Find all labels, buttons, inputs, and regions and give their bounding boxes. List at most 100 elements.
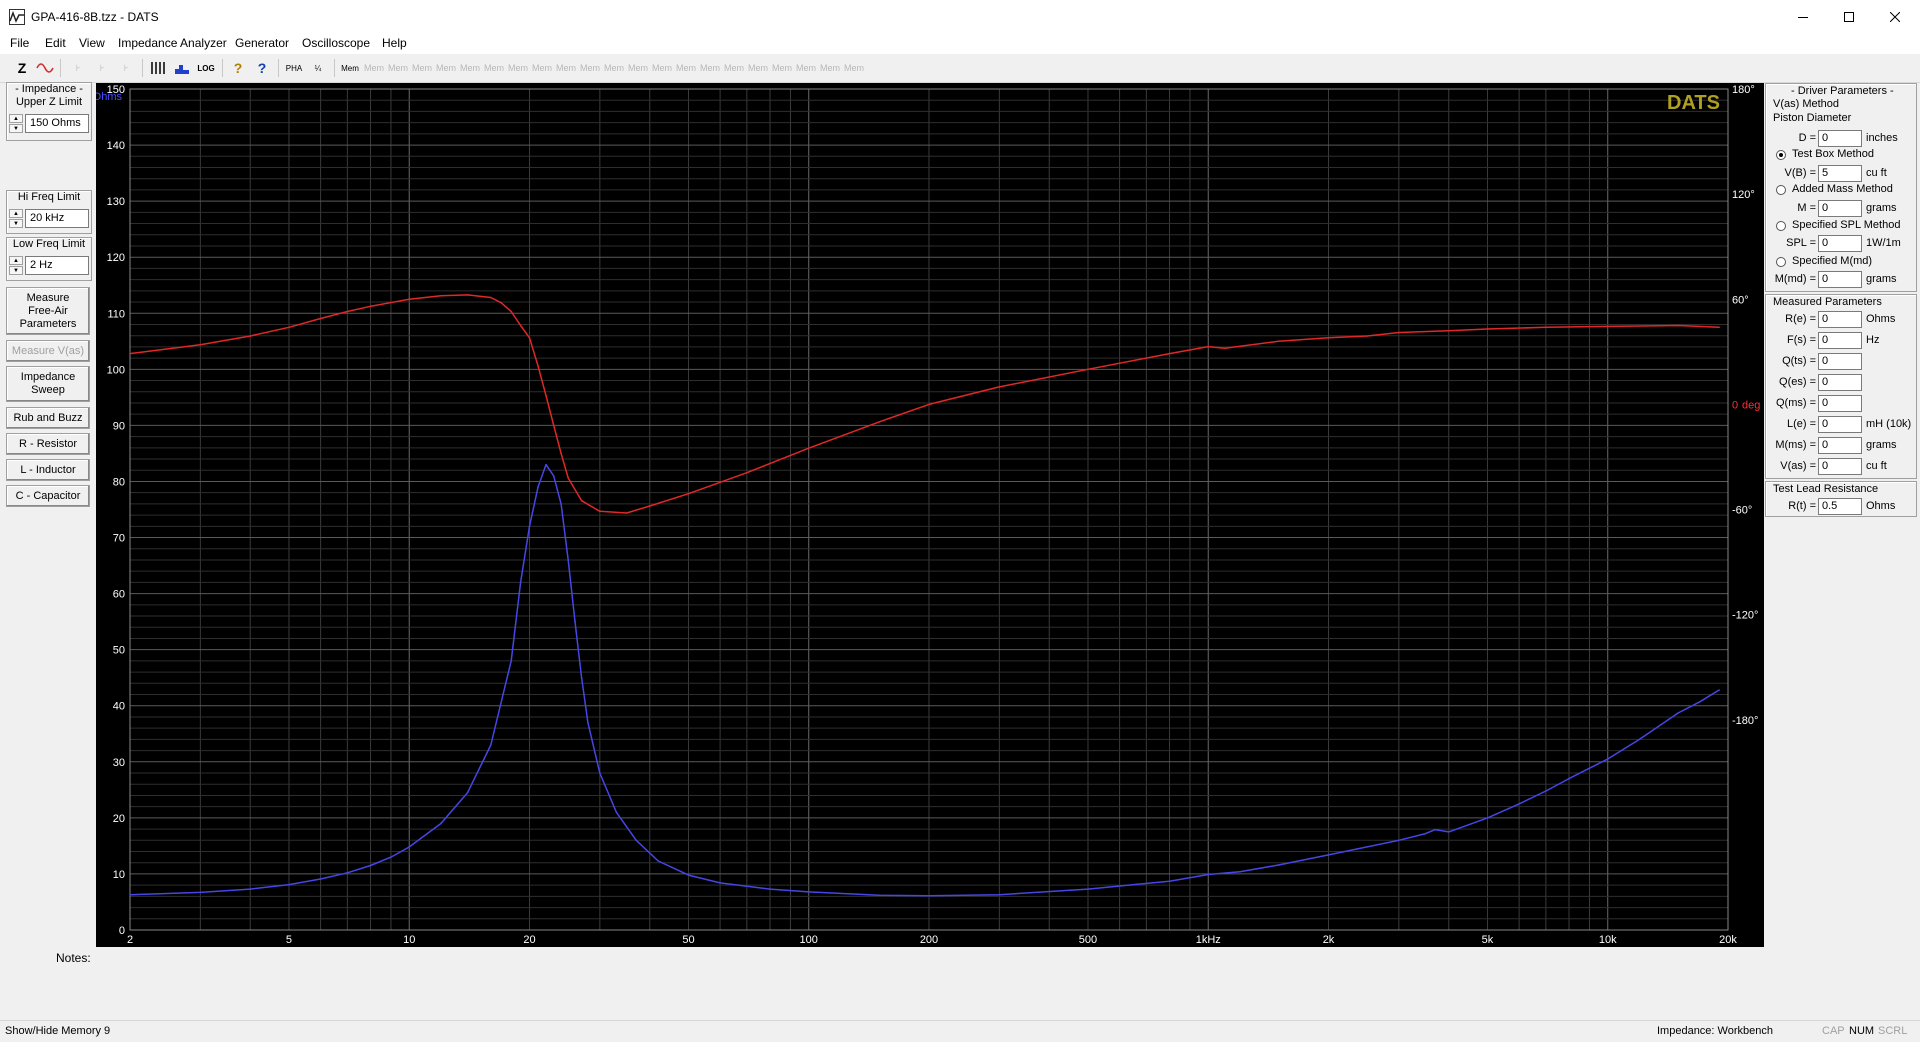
added-mass-radio[interactable] bbox=[1776, 185, 1786, 195]
menu-edit[interactable]: Edit bbox=[45, 36, 66, 50]
driver-parameters-group: - Driver Parameters - V(as) Method Pisto… bbox=[1765, 83, 1917, 292]
m-input[interactable]: 0 bbox=[1818, 200, 1862, 217]
test-box-radio[interactable] bbox=[1776, 150, 1786, 160]
mmd-method-label: Specified M(md) bbox=[1792, 255, 1873, 267]
measured-value-field[interactable]: 0 bbox=[1818, 353, 1862, 370]
low-freq-input[interactable]: 2 Hz bbox=[25, 256, 89, 275]
inductor-button[interactable]: L - Inductor bbox=[6, 459, 90, 481]
phase-point bbox=[408, 298, 411, 301]
resistor-button[interactable]: R - Resistor bbox=[6, 433, 90, 455]
memory-slot-7-button[interactable]: Mem bbox=[508, 58, 528, 78]
app-icon bbox=[9, 9, 25, 25]
context-help-icon[interactable]: ? bbox=[252, 58, 272, 78]
y-axis-title-ohms: Ohms bbox=[96, 91, 122, 103]
memory-slot-9-button[interactable]: Mem bbox=[556, 58, 576, 78]
memory-slot-2-button[interactable]: Mem bbox=[388, 58, 408, 78]
memory-slot-1-button[interactable]: Mem bbox=[364, 58, 384, 78]
memory-slot-6-button[interactable]: Mem bbox=[484, 58, 504, 78]
memory-slot-8-button[interactable]: Mem bbox=[532, 58, 552, 78]
menu-file[interactable]: File bbox=[10, 36, 29, 50]
cursor-tool-1-icon[interactable]: ⊦ bbox=[68, 58, 88, 78]
minimize-button[interactable] bbox=[1780, 0, 1826, 34]
measured-value-field[interactable]: 0 bbox=[1818, 395, 1862, 412]
cursor-tool-3-icon[interactable]: ⊦ bbox=[116, 58, 136, 78]
memory-slot-13-button[interactable]: Mem bbox=[652, 58, 672, 78]
menu-oscilloscope[interactable]: Oscilloscope bbox=[302, 36, 370, 50]
y-tick-label: 120 bbox=[107, 252, 125, 264]
memory-slot-4-button[interactable]: Mem bbox=[436, 58, 456, 78]
measured-value-field[interactable]: 0 bbox=[1818, 458, 1862, 475]
phase-point bbox=[1486, 328, 1489, 330]
maximize-button[interactable] bbox=[1826, 0, 1872, 34]
memory-slot-5-button[interactable]: Mem bbox=[460, 58, 480, 78]
measure-vas-button[interactable]: Measure V(as) bbox=[6, 340, 90, 362]
spl-method-radio[interactable] bbox=[1776, 221, 1786, 231]
spin-down-icon[interactable]: ▼ bbox=[9, 266, 23, 275]
memory-slot-15-button[interactable]: Mem bbox=[700, 58, 720, 78]
vb-label: V(B) = bbox=[1784, 167, 1816, 179]
toolbar: Z ⊦ ⊦ ⊦ LOG ? ? PHA ¼ Mem Mem Mem Mem Mem Me… bbox=[0, 54, 1920, 83]
grid-icon[interactable] bbox=[148, 58, 168, 78]
memory-icon[interactable]: Mem bbox=[340, 58, 360, 78]
impedance-point bbox=[1168, 880, 1171, 883]
impedance-sweep-button[interactable]: Impedance Sweep bbox=[6, 366, 90, 402]
log-scale-icon[interactable]: LOG bbox=[196, 58, 216, 78]
memory-slot-21-button[interactable]: Mem bbox=[844, 58, 864, 78]
close-icon bbox=[1890, 12, 1900, 22]
impedance-point bbox=[369, 864, 372, 867]
measured-value-field[interactable]: 0 bbox=[1818, 311, 1862, 328]
memory-slot-11-button[interactable]: Mem bbox=[604, 58, 624, 78]
rub-and-buzz-button[interactable]: Rub and Buzz bbox=[6, 407, 90, 429]
upper-z-input[interactable]: 150 Ohms bbox=[25, 114, 89, 133]
measured-value-field[interactable]: 0 bbox=[1818, 437, 1862, 454]
piston-diameter-input[interactable]: 0 bbox=[1818, 130, 1862, 147]
memory-slot-3-button[interactable]: Mem bbox=[412, 58, 432, 78]
impedance-point bbox=[1638, 738, 1641, 741]
menu-impedance-analyzer[interactable]: Impedance Analyzer bbox=[118, 36, 227, 50]
vb-input[interactable]: 5 bbox=[1818, 165, 1862, 182]
impedance-mode-button[interactable]: Z bbox=[12, 58, 32, 78]
close-button[interactable] bbox=[1872, 0, 1918, 34]
menu-help[interactable]: Help bbox=[382, 36, 407, 50]
capacitor-button[interactable]: C - Capacitor bbox=[6, 485, 90, 507]
mmd-method-radio[interactable] bbox=[1776, 257, 1786, 267]
memory-slot-12-button[interactable]: Mem bbox=[628, 58, 648, 78]
memory-slot-19-button[interactable]: Mem bbox=[796, 58, 816, 78]
phase-axis-title-deg: deg bbox=[1742, 399, 1760, 411]
help-icon[interactable]: ? bbox=[228, 58, 248, 78]
fill-chart-icon[interactable] bbox=[172, 58, 192, 78]
sine-wave-button[interactable] bbox=[35, 58, 55, 78]
phase-icon[interactable]: PHA bbox=[284, 58, 304, 78]
memory-slot-20-button[interactable]: Mem bbox=[820, 58, 840, 78]
x-tick-label: 50 bbox=[682, 934, 694, 946]
menu-generator[interactable]: Generator bbox=[235, 36, 289, 50]
measured-value-field[interactable]: 0 bbox=[1818, 374, 1862, 391]
phase-point bbox=[1606, 325, 1609, 328]
x-tick-label: 20k bbox=[1719, 934, 1737, 946]
memory-slot-10-button[interactable]: Mem bbox=[580, 58, 600, 78]
scale-icon[interactable]: ¼ bbox=[308, 58, 328, 78]
menu-view[interactable]: View bbox=[79, 36, 105, 50]
cursor-tool-2-icon[interactable]: ⊦ bbox=[92, 58, 112, 78]
spin-up-icon[interactable]: ▲ bbox=[9, 209, 23, 218]
status-message: Show/Hide Memory 9 bbox=[5, 1025, 111, 1037]
spin-up-icon[interactable]: ▲ bbox=[9, 114, 23, 123]
mmd-input[interactable]: 0 bbox=[1818, 271, 1862, 288]
rt-input[interactable]: 0.5 bbox=[1818, 498, 1862, 515]
memory-slot-14-button[interactable]: Mem bbox=[676, 58, 696, 78]
measured-label: F(s) = bbox=[1786, 334, 1816, 346]
impedance-point bbox=[1239, 870, 1241, 873]
memory-slot-16-button[interactable]: Mem bbox=[724, 58, 744, 78]
hi-freq-input[interactable]: 20 kHz bbox=[25, 209, 89, 228]
phase-tick-label: -120° bbox=[1732, 610, 1758, 622]
memory-slot-18-button[interactable]: Mem bbox=[772, 58, 792, 78]
impedance-plot[interactable]: 2 5 10 20 50 100 200 500 1kHz 2k 5k 10k 20k 0 10 20 30 40… bbox=[93, 83, 1764, 947]
measured-value-field[interactable]: 0 bbox=[1818, 332, 1862, 349]
spl-input[interactable]: 0 bbox=[1818, 235, 1862, 252]
measure-free-air-button[interactable]: Measure Free-Air Parameters bbox=[6, 287, 90, 335]
memory-slot-17-button[interactable]: Mem bbox=[748, 58, 768, 78]
spin-down-icon[interactable]: ▼ bbox=[9, 124, 23, 133]
spin-down-icon[interactable]: ▼ bbox=[9, 219, 23, 228]
measured-value-field[interactable]: 0 bbox=[1818, 416, 1862, 433]
spin-up-icon[interactable]: ▲ bbox=[9, 256, 23, 265]
